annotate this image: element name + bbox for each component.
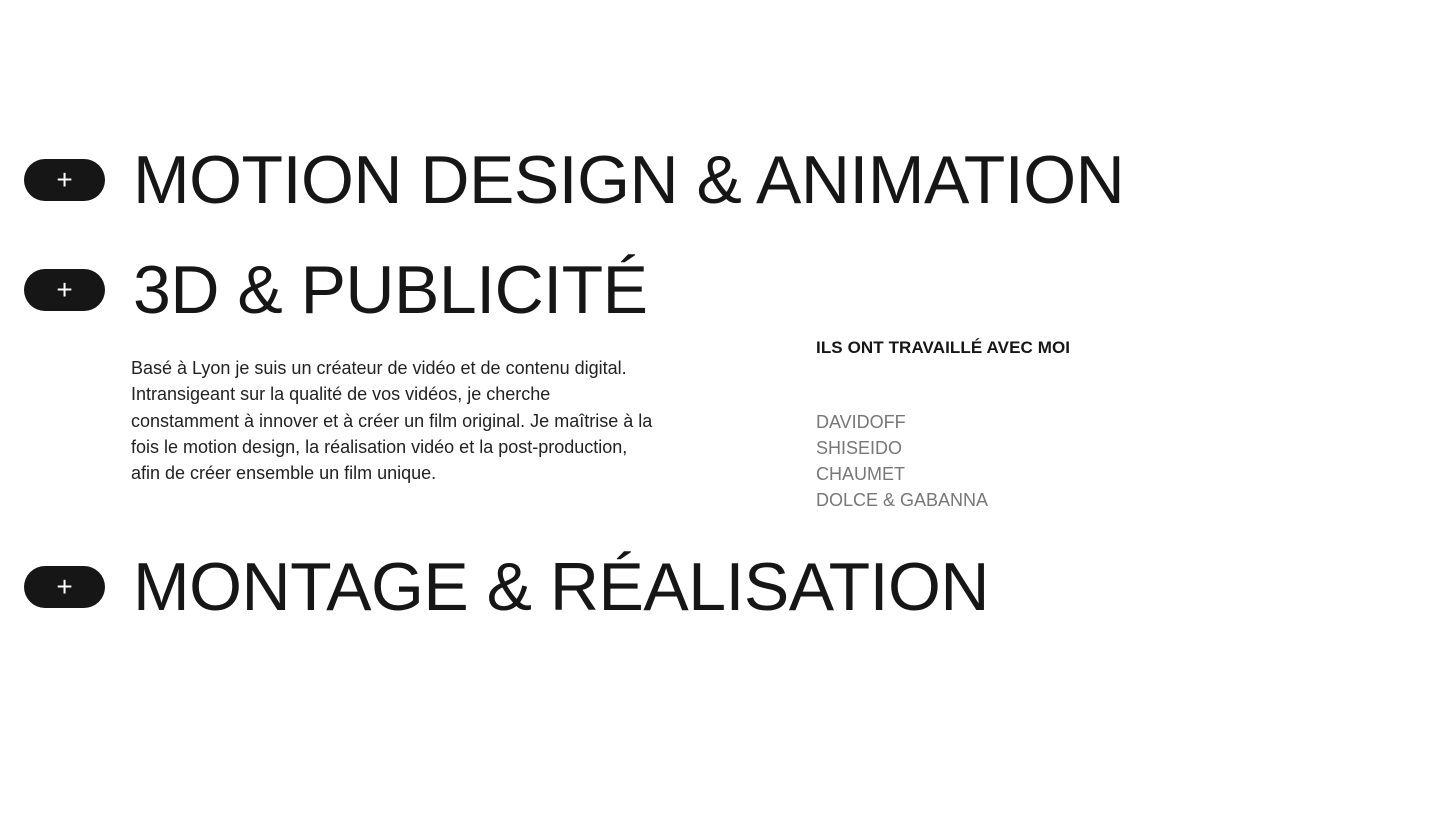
service-montage-realisation[interactable]: + MONTAGE & RÉALISATION: [24, 553, 990, 621]
plus-icon: +: [56, 164, 73, 195]
client-item: SHISEIDO: [816, 438, 903, 458]
client-item: DOLCE & GABANNA: [816, 490, 989, 510]
service-title[interactable]: MONTAGE & RÉALISATION: [133, 553, 990, 621]
service-motion-design[interactable]: + MOTION DESIGN & ANIMATION: [24, 146, 1125, 214]
client-item: DAVIDOFF: [816, 412, 906, 432]
clients-list: DAVIDOFF SHISEIDO CHAUMET DOLCE & GABANN…: [816, 409, 988, 513]
service-3d-publicite[interactable]: + 3D & PUBLICITÉ: [24, 256, 648, 324]
client-item: CHAUMET: [816, 464, 905, 484]
service-title[interactable]: MOTION DESIGN & ANIMATION: [133, 146, 1125, 214]
clients-heading: ILS ONT TRAVAILLÉ AVEC MOI: [816, 338, 1071, 357]
expand-button[interactable]: +: [24, 159, 105, 201]
plus-icon: +: [56, 571, 73, 602]
plus-icon: +: [56, 274, 73, 305]
expand-button[interactable]: +: [24, 566, 105, 608]
expand-button[interactable]: +: [24, 269, 105, 311]
service-title[interactable]: 3D & PUBLICITÉ: [133, 256, 648, 324]
bio-text: Basé à Lyon je suis un créateur de vidéo…: [131, 358, 653, 484]
